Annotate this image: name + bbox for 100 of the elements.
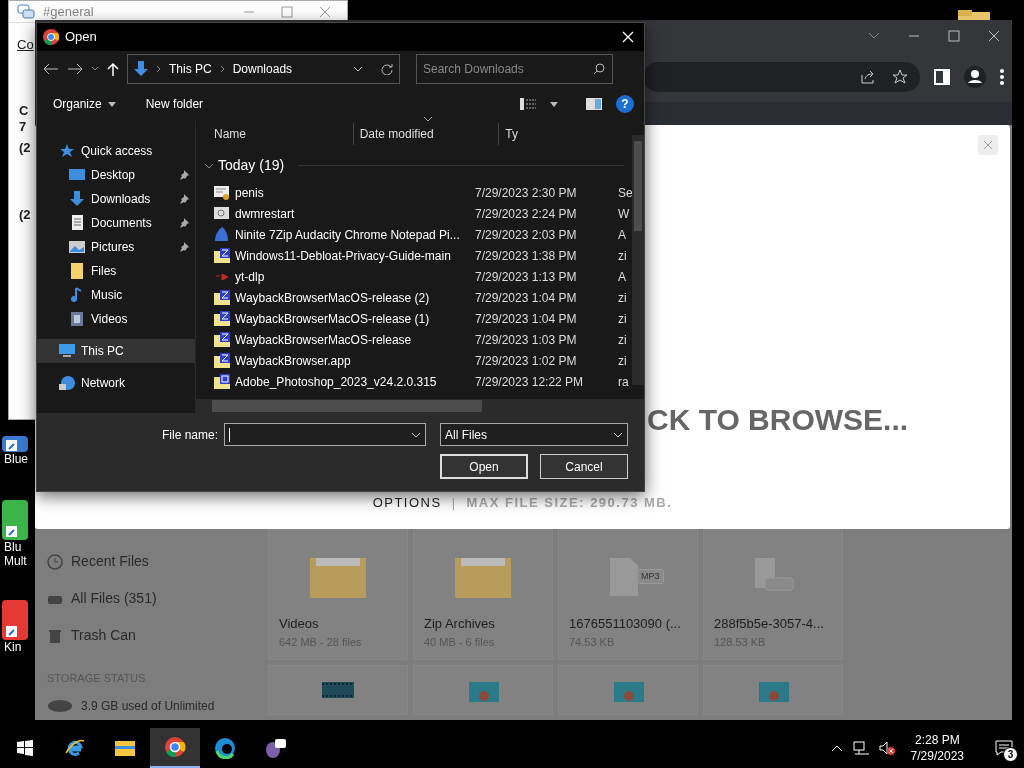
trash-icon bbox=[47, 627, 63, 644]
archive-icon bbox=[214, 373, 230, 390]
search-icon[interactable] bbox=[593, 63, 605, 75]
desktop-icon-label[interactable]: Blu Mult bbox=[0, 540, 34, 568]
nav-item[interactable]: Downloads bbox=[37, 187, 195, 211]
picture-icon bbox=[69, 239, 85, 255]
chevron-down-icon[interactable] bbox=[91, 66, 99, 72]
speaker-muted-icon[interactable] bbox=[878, 741, 895, 755]
file-name[interactable]: Adobe_Photoshop_2023_v24.2.0.315 bbox=[235, 372, 437, 391]
file-name[interactable]: Windows11-Debloat-Privacy-Guide-main bbox=[235, 246, 451, 265]
close-icon[interactable] bbox=[988, 30, 1000, 42]
file-name[interactable]: WaybackBrowserMacOS-release (1) bbox=[235, 309, 430, 328]
chat-text: (2 bbox=[19, 206, 31, 224]
chat-app-icon bbox=[264, 737, 286, 759]
windows-logo-icon[interactable] bbox=[17, 740, 33, 756]
open-button[interactable]: Open bbox=[440, 454, 528, 479]
file-name: Zip Archives bbox=[424, 615, 496, 633]
desktop-icon bbox=[69, 167, 85, 183]
date-modified: 7/29/2023 1:03 PM bbox=[474, 331, 578, 349]
zip-folder-icon bbox=[214, 331, 230, 348]
nav-item[interactable]: Quick access bbox=[37, 139, 195, 163]
address-field[interactable]: This PC Downloads bbox=[127, 54, 400, 84]
back-arrow-icon[interactable] bbox=[43, 63, 59, 75]
menu-icon[interactable] bbox=[1000, 69, 1004, 85]
date-modified: 7/29/2023 1:02 PM bbox=[474, 352, 578, 370]
chrome-logo-icon bbox=[43, 29, 59, 45]
file-type: zi bbox=[617, 331, 627, 349]
nav-item[interactable]: Documents bbox=[37, 211, 195, 235]
profile-icon[interactable] bbox=[964, 66, 986, 88]
file-name[interactable]: WaybackBrowserMacOS-release (2) bbox=[235, 288, 430, 307]
group-header[interactable]: Today (19) bbox=[218, 155, 285, 176]
file-name[interactable]: penis bbox=[235, 183, 264, 202]
sidebar-link[interactable]: Trash Can bbox=[71, 625, 136, 646]
caret-down-icon[interactable] bbox=[550, 101, 558, 107]
chevron-right-icon bbox=[219, 65, 225, 73]
browser-e-icon bbox=[64, 737, 86, 759]
file-name-field[interactable] bbox=[224, 423, 426, 446]
file-type: ra bbox=[617, 373, 629, 391]
file-name: 288f5b5e-3057-4... bbox=[714, 615, 825, 633]
new-folder-button[interactable]: New folder bbox=[145, 95, 204, 113]
view-options-icon[interactable] bbox=[520, 98, 536, 110]
nav-item[interactable]: Music bbox=[37, 283, 195, 307]
network-icon[interactable] bbox=[852, 741, 869, 755]
nav-item[interactable]: This PC bbox=[37, 339, 195, 363]
vertical-scrollbar[interactable] bbox=[632, 135, 644, 385]
organize-menu[interactable]: Organize bbox=[53, 95, 102, 113]
file-type-dropdown[interactable]: All Files bbox=[440, 423, 628, 446]
notification-button[interactable]: 3 bbox=[984, 728, 1024, 768]
refresh-icon[interactable] bbox=[381, 63, 393, 75]
search-field[interactable]: Search Downloads bbox=[416, 54, 613, 84]
zip-folder-icon bbox=[214, 310, 230, 327]
chevron-up-icon[interactable] bbox=[830, 744, 843, 752]
horizontal-scrollbar[interactable] bbox=[196, 399, 644, 413]
up-arrow-icon[interactable] bbox=[107, 62, 119, 76]
nav-item[interactable]: Pictures bbox=[37, 235, 195, 259]
nav-item[interactable]: Files bbox=[37, 259, 195, 283]
date-modified: 7/29/2023 1:04 PM bbox=[474, 310, 578, 328]
taskbar-app[interactable] bbox=[150, 728, 200, 768]
chat-text: C bbox=[19, 102, 29, 120]
star-icon bbox=[59, 143, 75, 159]
date-modified: 7/29/2023 1:04 PM bbox=[474, 289, 578, 307]
cancel-button[interactable]: Cancel bbox=[540, 454, 628, 479]
nav-item[interactable]: Network bbox=[37, 371, 195, 395]
drop-zone-text[interactable]: CK TO BROWSE... bbox=[647, 397, 909, 442]
sidebar-link[interactable]: All Files (351) bbox=[71, 588, 157, 609]
breadcrumb-link[interactable]: This PC bbox=[169, 60, 212, 78]
file-name[interactable]: WaybackBrowserMacOS-release bbox=[235, 330, 412, 349]
share-icon[interactable] bbox=[860, 69, 876, 85]
separator: | bbox=[451, 494, 457, 512]
dialog-title: Open bbox=[65, 28, 97, 47]
nav-item[interactable]: Desktop bbox=[37, 163, 195, 187]
help-button[interactable]: ? bbox=[616, 95, 634, 113]
options-link[interactable]: OPTIONS bbox=[372, 493, 442, 513]
breadcrumb-link[interactable]: Downloads bbox=[232, 60, 293, 78]
desktop-icon-label[interactable]: Kin bbox=[0, 640, 22, 654]
file-name[interactable]: dwmrestart bbox=[235, 204, 295, 223]
clock[interactable]: 2:28 PM 7/29/2023 bbox=[910, 732, 964, 764]
maximize-icon[interactable] bbox=[948, 30, 960, 42]
column-header[interactable]: Date modified bbox=[352, 123, 499, 145]
nav-item[interactable]: Videos bbox=[37, 307, 195, 331]
file-card[interactable] bbox=[268, 665, 408, 715]
side-panel-icon[interactable] bbox=[934, 69, 950, 85]
star-icon[interactable] bbox=[892, 69, 908, 85]
collapse-chevron-icon[interactable] bbox=[204, 162, 214, 169]
desktop-icon-label[interactable]: Blue bbox=[0, 452, 29, 466]
column-header[interactable]: Name bbox=[196, 123, 353, 145]
file-name[interactable]: yt-dlp bbox=[235, 267, 265, 286]
clock-icon bbox=[47, 553, 63, 570]
file-type: zi bbox=[617, 289, 627, 307]
file-name[interactable]: Ninite 7Zip Audacity Chrome Notepad Pi... bbox=[235, 225, 460, 244]
forward-arrow-icon[interactable] bbox=[67, 63, 83, 75]
clock-time: 2:28 PM bbox=[914, 732, 960, 748]
max-file-size: MAX FILE SIZE: 290.73 MB. bbox=[466, 494, 673, 512]
zip-folder-icon bbox=[214, 289, 230, 306]
chevron-right-icon bbox=[156, 65, 161, 73]
file-name: 1676551103090 (... bbox=[569, 615, 682, 633]
chevron-down-icon[interactable] bbox=[353, 66, 363, 72]
download-arrow-icon bbox=[134, 61, 148, 77]
file-name[interactable]: WaybackBrowser.app bbox=[235, 351, 351, 370]
sidebar-link[interactable]: Recent Files bbox=[71, 551, 149, 572]
